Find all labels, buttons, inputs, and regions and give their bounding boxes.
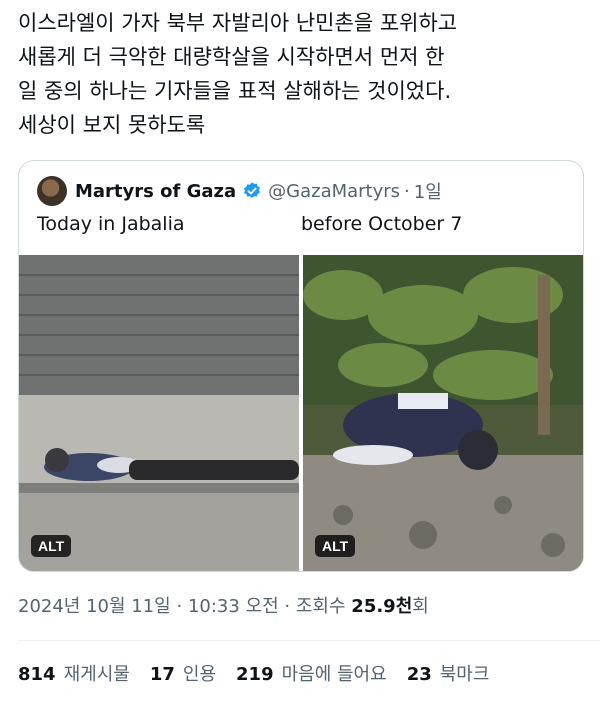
- photo-left[interactable]: ALT: [19, 255, 299, 571]
- tweet-line: 세상이 보지 못하도록: [18, 113, 206, 137]
- divider: [18, 640, 600, 641]
- separator-dot: ·: [176, 596, 183, 617]
- avatar[interactable]: [37, 176, 67, 206]
- quoted-tweet-time[interactable]: 1일: [414, 178, 442, 204]
- separator-dot: ·: [404, 180, 410, 202]
- photo-street-image: [19, 255, 299, 571]
- tweet-time[interactable]: 10:33 오전: [188, 596, 279, 617]
- stat-count: 23: [406, 664, 432, 685]
- alt-badge[interactable]: ALT: [31, 535, 72, 557]
- engagement-stats: 814 재게시물 17 인용 219 마음에 들어요 23 북마크: [18, 660, 489, 686]
- tweet-line: 이스라엘이 가자 북부 자발리아 난민촌을 포위하고: [18, 11, 458, 35]
- quoted-tweet-header: Martyrs of Gaza @GazaMartyrs · 1일: [37, 175, 442, 207]
- verified-badge-icon: [244, 182, 261, 198]
- photo-grass-image: [303, 255, 583, 571]
- alt-badge[interactable]: ALT: [315, 535, 356, 557]
- stat-count: 814: [18, 664, 56, 685]
- stat-label: 인용: [182, 664, 217, 685]
- views-suffix: 회: [412, 596, 429, 617]
- photo-grid: ALT ALT: [19, 255, 583, 571]
- views-label: 조회수: [295, 596, 346, 617]
- stat-count: 219: [236, 664, 274, 685]
- stat-label: 재게시물: [63, 664, 130, 685]
- stat-count: 17: [149, 664, 175, 685]
- tweet-line: 일 중의 하나는 기자들을 표적 살해하는 것이었다.: [18, 79, 452, 103]
- stat-likes[interactable]: 219 마음에 들어요: [236, 660, 387, 686]
- left-caption: Today in Jabalia: [37, 213, 185, 235]
- stat-bookmarks[interactable]: 23 북마크: [407, 660, 490, 686]
- tweet-meta: 2024년 10월 11일 · 10:33 오전 · 조회수 25.9천회: [18, 592, 429, 618]
- quoted-tweet-card[interactable]: Martyrs of Gaza @GazaMartyrs · 1일 Today …: [18, 160, 584, 572]
- tweet-date[interactable]: 2024년 10월 11일: [18, 596, 171, 617]
- quoted-author-name[interactable]: Martyrs of Gaza: [75, 181, 236, 202]
- quoted-author-handle[interactable]: @GazaMartyrs: [268, 181, 400, 202]
- separator-dot: ·: [284, 596, 291, 617]
- tweet-text: 이스라엘이 가자 북부 자발리아 난민촌을 포위하고 새롭게 더 극악한 대량학…: [18, 6, 588, 142]
- right-caption: before October 7: [301, 213, 463, 235]
- stat-label: 마음에 들어요: [281, 664, 387, 685]
- stat-label: 북마크: [439, 664, 490, 685]
- tweet-line: 새롭게 더 극악한 대량학살을 시작하면서 먼저 한: [18, 45, 445, 69]
- stat-reposts[interactable]: 814 재게시물: [18, 660, 130, 686]
- views-value: 25.9천: [351, 596, 413, 617]
- stat-quotes[interactable]: 17 인용: [150, 660, 216, 686]
- photo-right[interactable]: ALT: [303, 255, 583, 571]
